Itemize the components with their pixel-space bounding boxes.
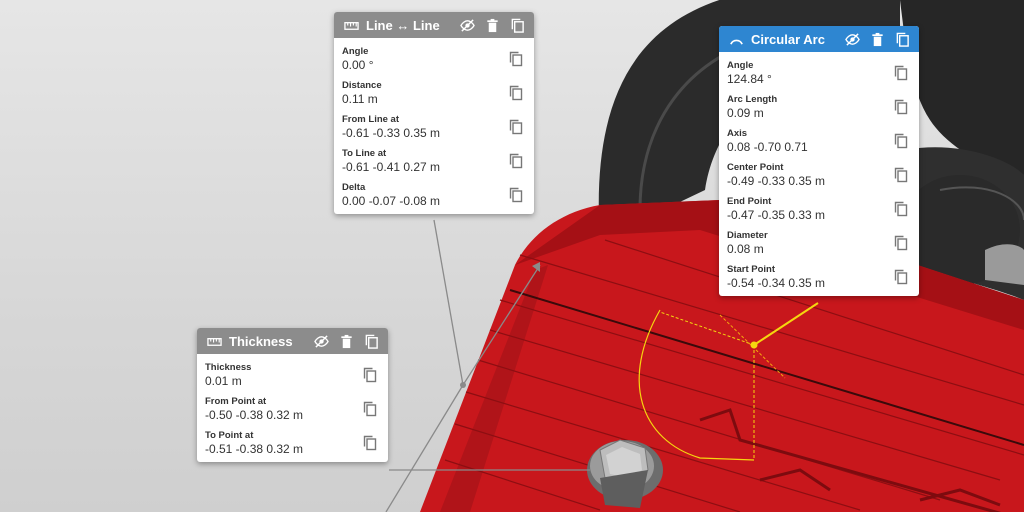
copy-icon[interactable] <box>893 30 911 48</box>
measurement-row: Angle 0.00 ° <box>342 42 526 76</box>
panel-header: Thickness <box>197 328 388 354</box>
row-label: Distance <box>342 80 382 91</box>
row-label: End Point <box>727 196 772 207</box>
measurement-row: From Line at -0.61 -0.33 0.35 m <box>342 110 526 144</box>
row-label: Angle <box>727 60 754 71</box>
copy-value-icon[interactable] <box>893 200 909 218</box>
measurement-row: From Point at -0.50 -0.38 0.32 m <box>205 392 380 426</box>
visibility-off-icon[interactable] <box>458 16 476 34</box>
row-value: -0.49 -0.33 0.35 m <box>727 174 826 188</box>
row-value: 0.11 m <box>342 92 378 106</box>
row-label: Axis <box>727 128 748 139</box>
copy-value-icon[interactable] <box>893 268 909 286</box>
trash-icon[interactable] <box>868 30 886 48</box>
row-label: From Line at <box>342 114 400 125</box>
row-label: From Point at <box>205 396 267 407</box>
measurement-row: Distance 0.11 m <box>342 76 526 110</box>
row-value: 0.09 m <box>727 106 764 120</box>
row-label: Delta <box>342 182 366 193</box>
row-label: Angle <box>342 46 369 57</box>
copy-value-icon[interactable] <box>893 166 909 184</box>
copy-value-icon[interactable] <box>362 434 378 452</box>
ruler-icon <box>205 332 223 350</box>
row-value: 0.08 -0.70 0.71 <box>727 140 808 154</box>
measurement-row: Start Point -0.54 -0.34 0.35 m <box>727 260 911 294</box>
measurement-row: To Line at -0.61 -0.41 0.27 m <box>342 144 526 178</box>
measurement-row: To Point at -0.51 -0.38 0.32 m <box>205 426 380 460</box>
copy-value-icon[interactable] <box>893 132 909 150</box>
circular-arc-measurement-panel: Circular Arc Angle 124.84 ° Arc Length 0… <box>719 26 919 296</box>
row-value: -0.61 -0.33 0.35 m <box>342 126 441 140</box>
row-value: 0.01 m <box>205 374 242 388</box>
measurement-row: Angle 124.84 ° <box>727 56 911 90</box>
row-label: Center Point <box>727 162 784 173</box>
copy-icon[interactable] <box>508 16 526 34</box>
measurement-row: Delta 0.00 -0.07 -0.08 m <box>342 178 526 212</box>
measurement-row: Axis 0.08 -0.70 0.71 <box>727 124 911 158</box>
trash-icon[interactable] <box>483 16 501 34</box>
visibility-off-icon[interactable] <box>843 30 861 48</box>
copy-value-icon[interactable] <box>508 152 524 170</box>
row-value: -0.51 -0.38 0.32 m <box>205 442 304 456</box>
measurement-row: Arc Length 0.09 m <box>727 90 911 124</box>
copy-value-icon[interactable] <box>508 118 524 136</box>
measurement-row: End Point -0.47 -0.35 0.33 m <box>727 192 911 226</box>
row-label: To Point at <box>205 430 254 441</box>
trash-icon[interactable] <box>337 332 355 350</box>
copy-icon[interactable] <box>362 332 380 350</box>
ruler-icon <box>342 16 360 34</box>
measurement-row: Thickness 0.01 m <box>205 358 380 392</box>
visibility-off-icon[interactable] <box>312 332 330 350</box>
row-value: -0.61 -0.41 0.27 m <box>342 160 441 174</box>
copy-value-icon[interactable] <box>362 400 378 418</box>
arc-icon <box>727 30 745 48</box>
copy-value-icon[interactable] <box>893 234 909 252</box>
copy-value-icon[interactable] <box>362 366 378 384</box>
panel-header: Circular Arc <box>719 26 919 52</box>
row-label: To Line at <box>342 148 387 159</box>
row-value: -0.50 -0.38 0.32 m <box>205 408 304 422</box>
thickness-measurement-panel: Thickness Thickness 0.01 m From Point at… <box>197 328 388 462</box>
copy-value-icon[interactable] <box>508 84 524 102</box>
measurement-row: Diameter 0.08 m <box>727 226 911 260</box>
row-value: 124.84 ° <box>727 72 772 86</box>
row-value: 0.00 -0.07 -0.08 m <box>342 194 441 208</box>
copy-value-icon[interactable] <box>893 98 909 116</box>
row-value: 0.00 ° <box>342 58 374 72</box>
row-value: -0.47 -0.35 0.33 m <box>727 208 826 222</box>
row-label: Arc Length <box>727 94 778 105</box>
row-label: Start Point <box>727 264 776 275</box>
line-line-measurement-panel: Line ↔ Line Angle 0.00 ° Distance 0.11 m… <box>334 12 534 214</box>
row-value: -0.54 -0.34 0.35 m <box>727 276 826 290</box>
row-label: Diameter <box>727 230 768 241</box>
row-label: Thickness <box>205 362 252 373</box>
copy-value-icon[interactable] <box>893 64 909 82</box>
row-value: 0.08 m <box>727 242 764 256</box>
panel-title: Line ↔ Line <box>366 17 440 33</box>
copy-value-icon[interactable] <box>508 186 524 204</box>
panel-title: Circular Arc <box>751 31 825 47</box>
copy-value-icon[interactable] <box>508 50 524 68</box>
panel-header: Line ↔ Line <box>334 12 534 38</box>
measurement-row: Center Point -0.49 -0.33 0.35 m <box>727 158 911 192</box>
panel-title: Thickness <box>229 333 293 349</box>
